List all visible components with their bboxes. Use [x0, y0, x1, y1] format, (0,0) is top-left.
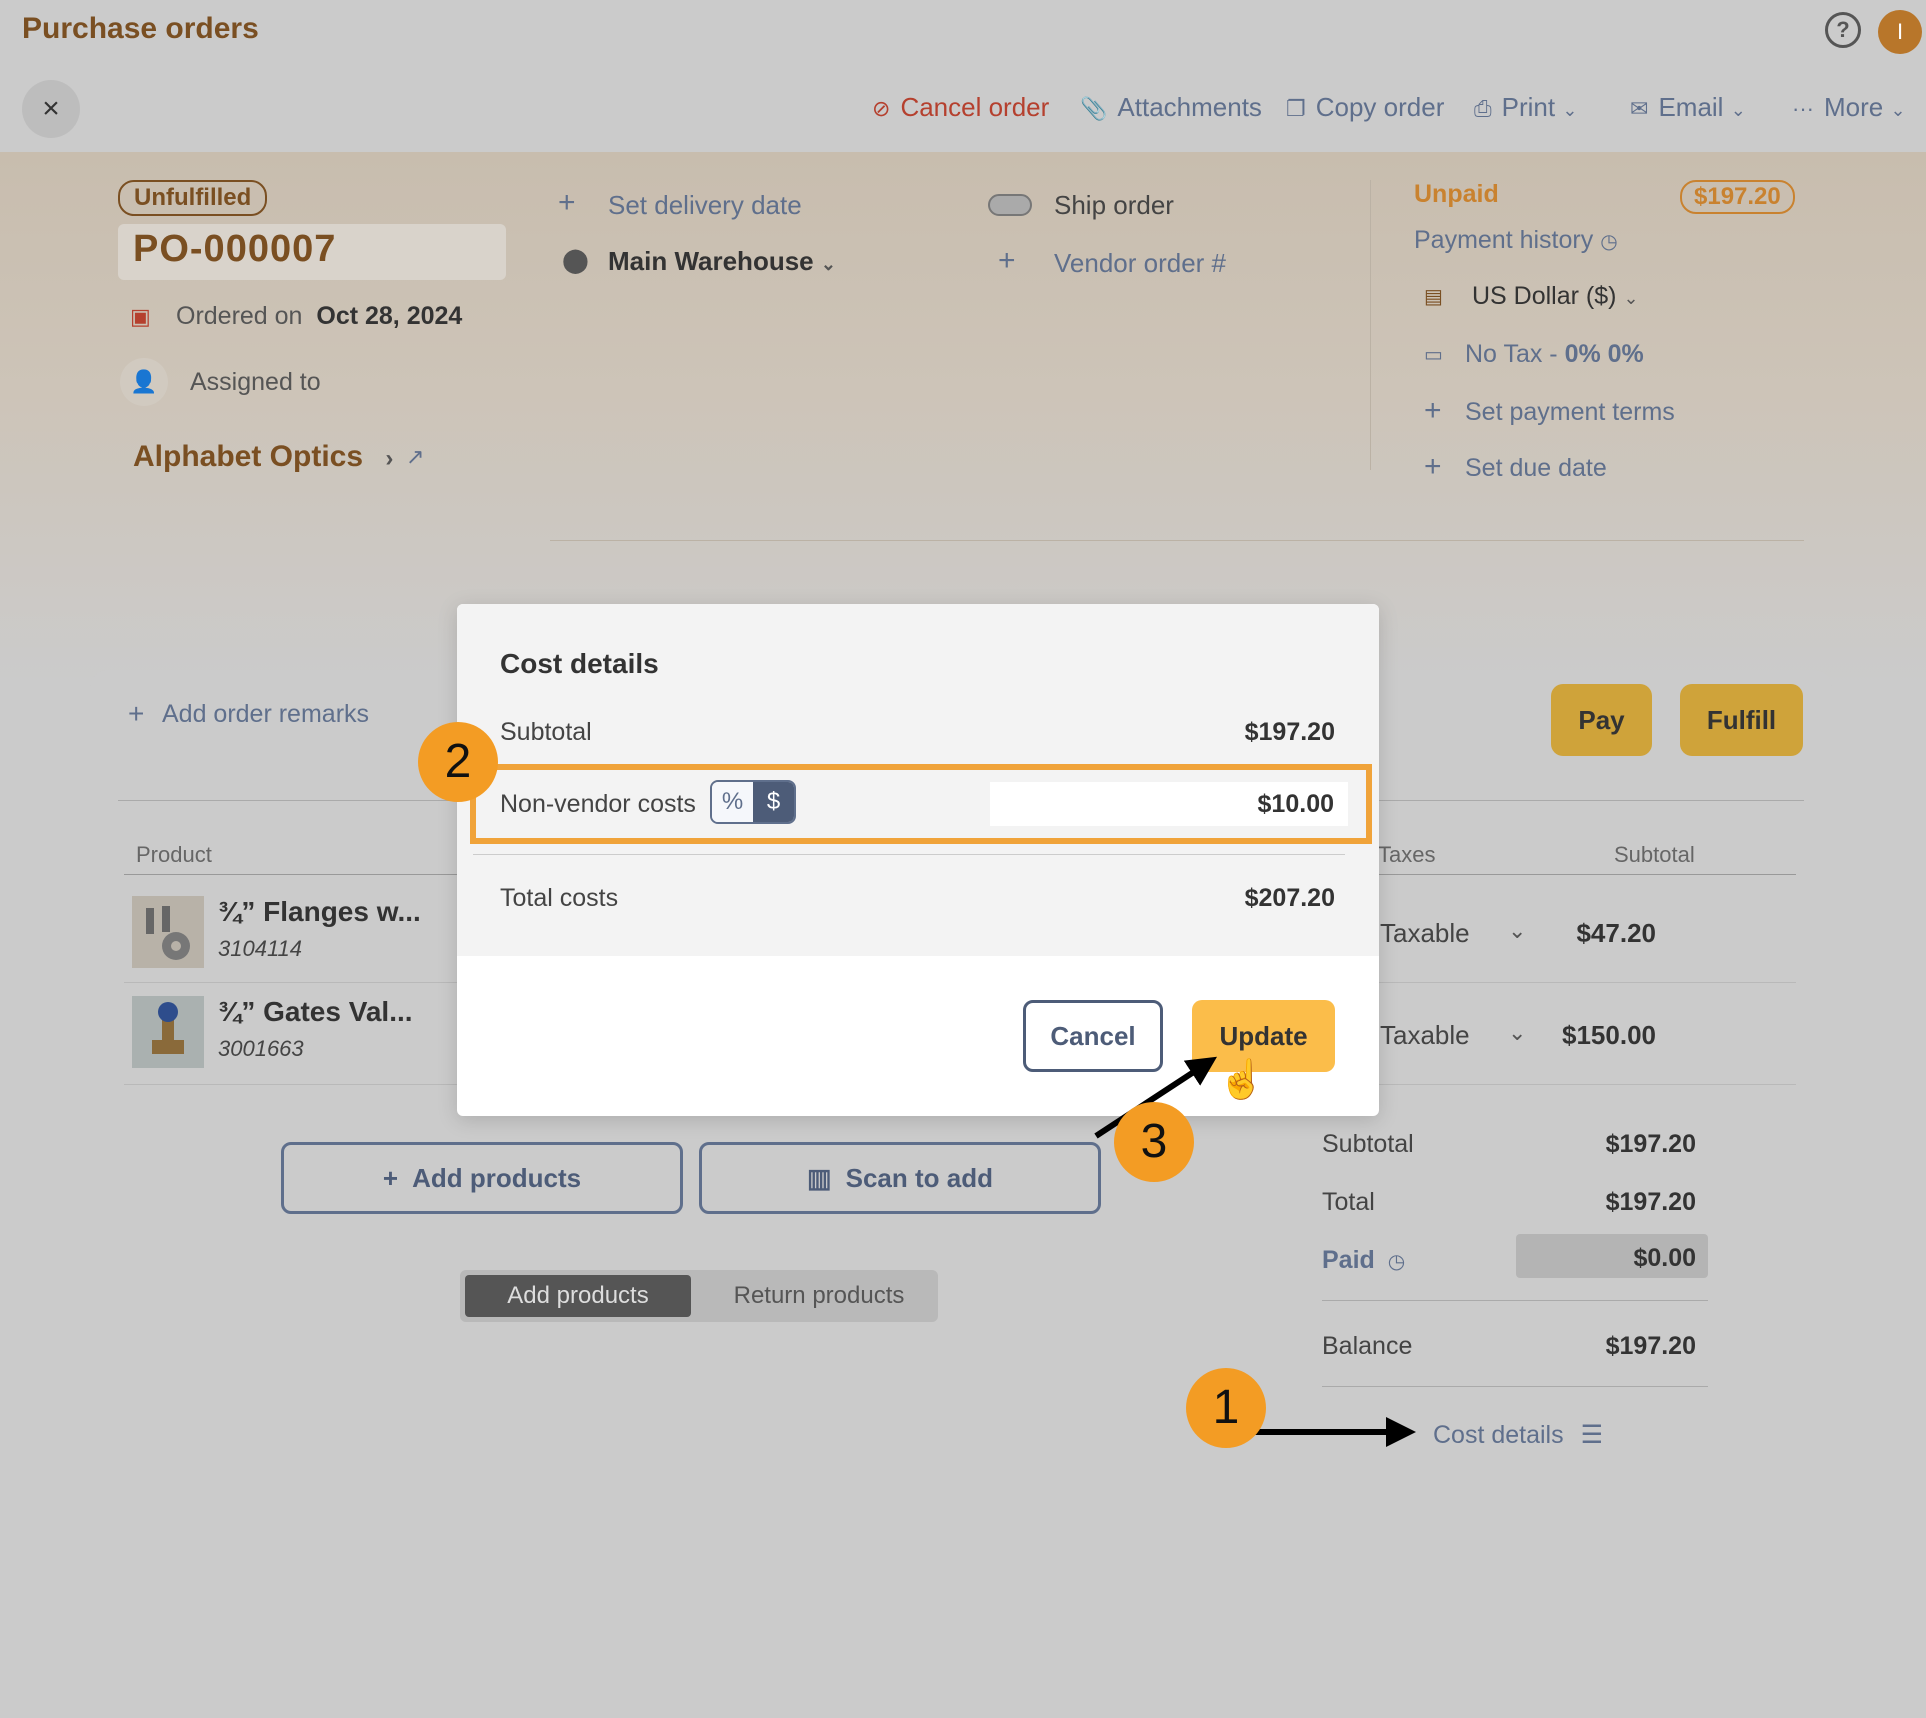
pointer-cursor-icon: ☝	[1218, 1059, 1266, 1101]
step-badge-1: 1	[1186, 1368, 1266, 1448]
step-badge-2: 2	[418, 722, 498, 802]
annotation-arrows	[1094, 1056, 1416, 1447]
step-badge-3: 3	[1114, 1102, 1194, 1182]
